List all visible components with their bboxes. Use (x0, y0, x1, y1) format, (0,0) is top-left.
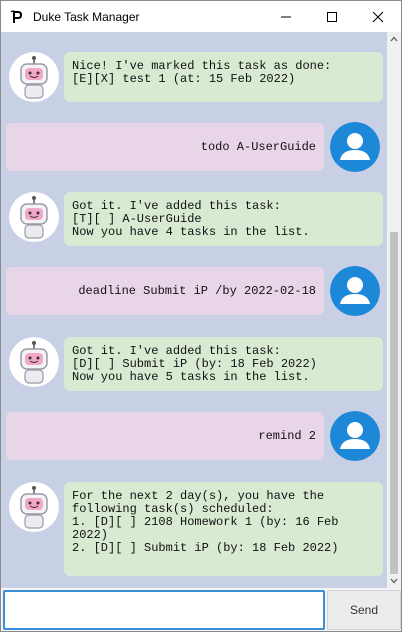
chat-scrollbar[interactable] (387, 32, 401, 588)
duke-message-bubble: Got it. I've added this task: [D][ ] Sub… (64, 337, 383, 391)
title-bar[interactable]: Duke Task Manager (1, 1, 401, 32)
user-avatar-icon (330, 122, 380, 172)
duke-message-row: Got it. I've added this task: [T][ ] A-U… (1, 190, 387, 248)
duke-message-bubble: For the next 2 day(s), you have the foll… (64, 482, 383, 576)
user-message-row: todo A-UserGuide (1, 121, 387, 173)
send-button[interactable]: Send (327, 590, 401, 630)
duke-message-bubble: Nice! I've marked this task as done: [E]… (64, 52, 383, 102)
duke-robot-avatar-icon (9, 52, 59, 102)
user-message-bubble: deadline Submit iP /by 2022-02-18 (6, 267, 324, 315)
close-icon[interactable] (355, 1, 401, 32)
scrollbar-thumb[interactable] (390, 232, 398, 574)
chat-panel[interactable]: Nice! I've marked this task as done: [E]… (1, 32, 387, 588)
user-avatar-icon (330, 411, 380, 461)
user-message-bubble: remind 2 (6, 412, 324, 460)
window-title: Duke Task Manager (33, 9, 140, 24)
duke-message-row: Nice! I've marked this task as done: [E]… (1, 50, 387, 104)
minimize-icon[interactable] (263, 1, 309, 32)
duke-logo-icon (9, 9, 25, 25)
message-input[interactable] (3, 590, 325, 630)
user-message-row: deadline Submit iP /by 2022-02-18 (1, 265, 387, 317)
duke-robot-avatar-icon (9, 337, 59, 387)
input-area: Send (1, 588, 401, 631)
scroll-down-arrow-icon[interactable] (387, 574, 401, 588)
duke-robot-avatar-icon (9, 192, 59, 242)
duke-message-row: Got it. I've added this task: [D][ ] Sub… (1, 335, 387, 393)
app-window: Duke Task Manager Nice! I've marked this… (0, 0, 402, 632)
duke-message-bubble: Got it. I've added this task: [T][ ] A-U… (64, 192, 383, 246)
duke-robot-avatar-icon (9, 482, 59, 532)
user-message-bubble: todo A-UserGuide (6, 123, 324, 171)
scroll-up-arrow-icon[interactable] (387, 32, 401, 46)
user-message-row: remind 2 (1, 410, 387, 462)
user-avatar-icon (330, 266, 380, 316)
duke-message-row: For the next 2 day(s), you have the foll… (1, 480, 387, 578)
maximize-icon[interactable] (309, 1, 355, 32)
